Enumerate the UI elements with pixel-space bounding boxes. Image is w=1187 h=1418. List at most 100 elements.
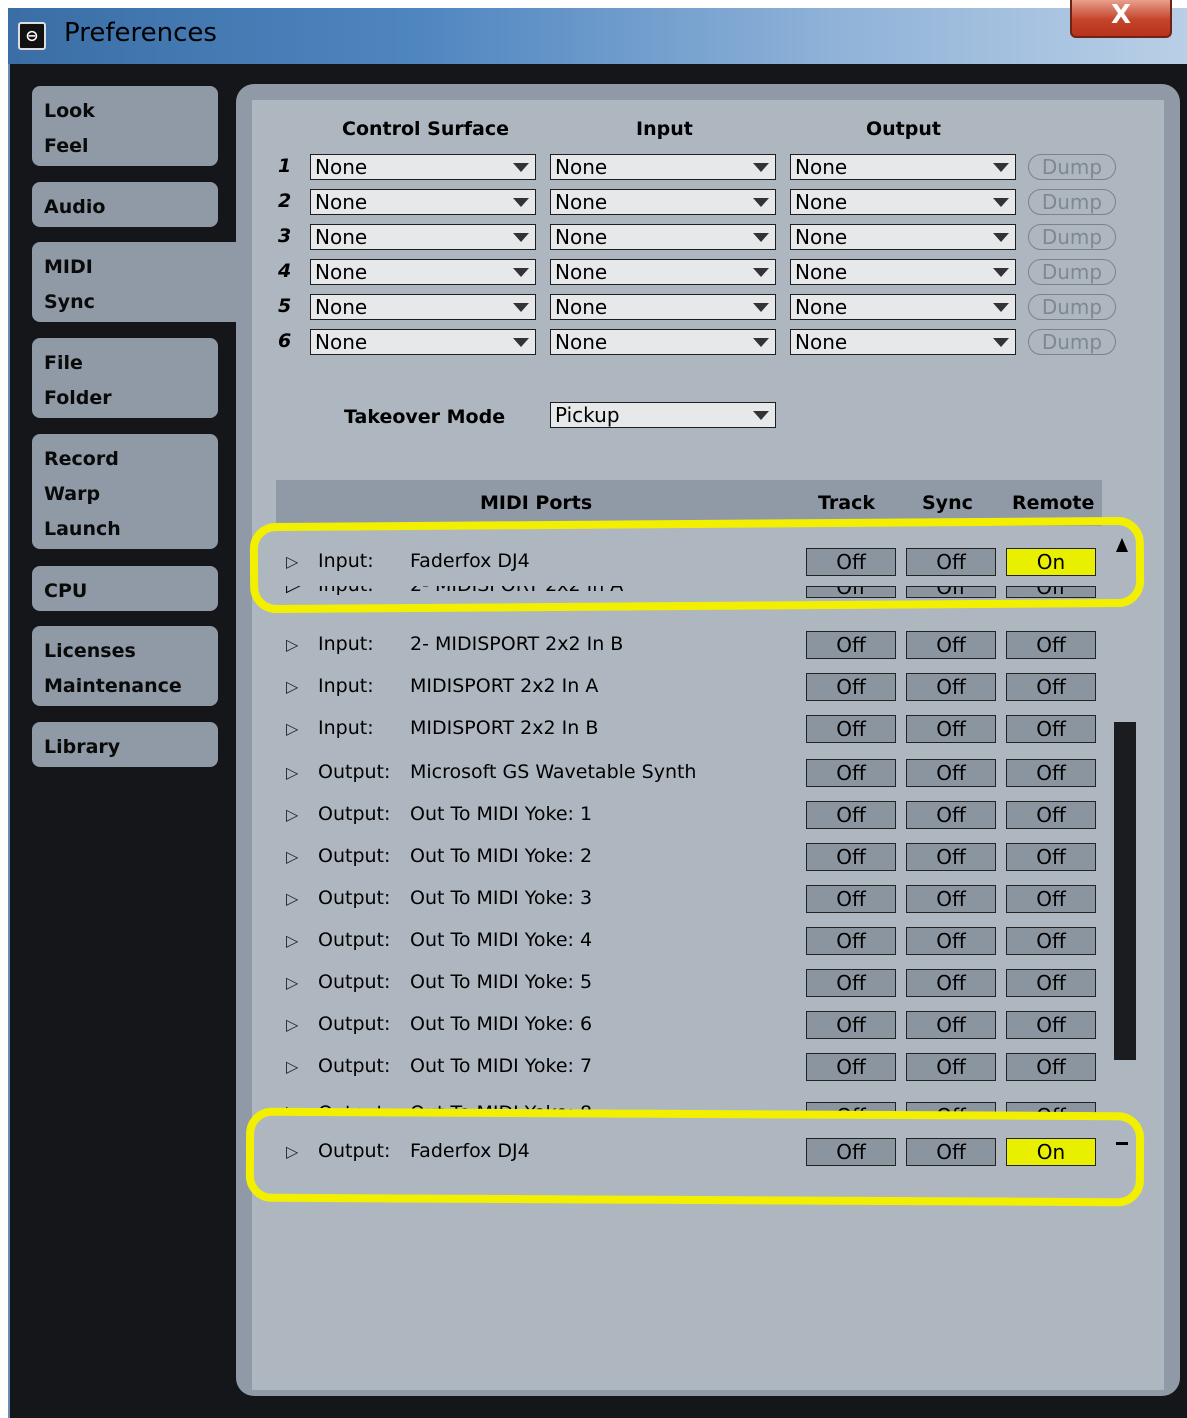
remote-toggle-button[interactable]: Off xyxy=(1006,1053,1096,1081)
expand-triangle-icon[interactable]: ▷ xyxy=(286,931,298,950)
midi-port-row: ▷ Output: Out To MIDI Yoke: 2 xyxy=(286,845,766,875)
track-toggle-button[interactable]: Off xyxy=(806,673,896,701)
track-toggle-button[interactable]: Off xyxy=(806,759,896,787)
remote-toggle-button[interactable]: Off xyxy=(1006,885,1096,913)
input-select[interactable]: None xyxy=(550,189,776,215)
port-name-label: MIDISPORT 2x2 In A xyxy=(410,675,599,697)
row-number: 3 xyxy=(278,225,292,247)
control-surface-select[interactable]: None xyxy=(310,189,536,215)
remote-toggle-button[interactable]: Off xyxy=(1006,969,1096,997)
expand-triangle-icon[interactable]: ▷ xyxy=(286,677,298,696)
dump-button[interactable]: Dump xyxy=(1028,189,1116,215)
sync-toggle-button[interactable]: Off xyxy=(906,715,996,743)
input-select[interactable]: None xyxy=(550,294,776,320)
port-name-label: Microsoft GS Wavetable Synth xyxy=(410,761,697,783)
sidebar-item-licenses[interactable]: Licenses Maintenance xyxy=(32,626,218,706)
track-toggle-button[interactable]: Off xyxy=(806,1053,896,1081)
sync-toggle-button[interactable]: Off xyxy=(906,927,996,955)
input-select[interactable]: None xyxy=(550,259,776,285)
output-select-value: None xyxy=(795,190,848,214)
sync-toggle-button[interactable]: Off xyxy=(906,631,996,659)
expand-triangle-icon[interactable]: ▷ xyxy=(286,1015,298,1034)
sync-toggle-button[interactable]: Off xyxy=(906,673,996,701)
port-list-scrollbar[interactable] xyxy=(1114,722,1136,1060)
control-surface-select-value: None xyxy=(315,190,368,214)
sidebar-item-record[interactable]: Record Warp Launch xyxy=(32,434,218,549)
midi-port-row: ▷ Output: Out To MIDI Yoke: 6 xyxy=(286,1013,766,1043)
sidebar-item-look[interactable]: Look Feel xyxy=(32,86,218,166)
input-select[interactable]: None xyxy=(550,329,776,355)
expand-triangle-icon[interactable]: ▷ xyxy=(286,973,298,992)
remote-toggle-button[interactable]: Off xyxy=(1006,631,1096,659)
dump-button[interactable]: Dump xyxy=(1028,329,1116,355)
expand-triangle-icon[interactable]: ▷ xyxy=(286,719,298,738)
control-surface-select[interactable]: None xyxy=(310,329,536,355)
chevron-down-icon xyxy=(513,198,529,207)
remote-toggle-button[interactable]: Off xyxy=(1006,715,1096,743)
track-toggle-button[interactable]: Off xyxy=(806,715,896,743)
chevron-down-icon xyxy=(753,338,769,347)
output-select[interactable]: None xyxy=(790,294,1016,320)
input-select[interactable]: None xyxy=(550,224,776,250)
track-toggle-button[interactable]: Off xyxy=(806,885,896,913)
sync-toggle-button[interactable]: Off xyxy=(906,1053,996,1081)
sync-toggle-button[interactable]: Off xyxy=(906,759,996,787)
sidebar-item-file[interactable]: File Folder xyxy=(32,338,218,418)
control-surface-select[interactable]: None xyxy=(310,294,536,320)
expand-triangle-icon[interactable]: ▷ xyxy=(286,635,298,654)
expand-triangle-icon[interactable]: ▷ xyxy=(286,847,298,866)
sync-toggle-button[interactable]: Off xyxy=(906,801,996,829)
remote-toggle-button[interactable]: Off xyxy=(1006,927,1096,955)
track-toggle-button[interactable]: Off xyxy=(806,927,896,955)
sidebar-item-library[interactable]: Library xyxy=(32,722,218,767)
sidebar-item-audio[interactable]: Audio xyxy=(32,182,218,227)
track-toggle-button[interactable]: Off xyxy=(806,969,896,997)
remote-toggle-button[interactable]: Off xyxy=(1006,801,1096,829)
output-select[interactable]: None xyxy=(790,259,1016,285)
sidebar-item-cpu[interactable]: CPU xyxy=(32,566,218,611)
sync-toggle-button[interactable]: Off xyxy=(906,969,996,997)
chevron-down-icon xyxy=(753,303,769,312)
expand-triangle-icon[interactable]: ▷ xyxy=(286,1057,298,1076)
dump-button[interactable]: Dump xyxy=(1028,154,1116,180)
track-toggle-button[interactable]: Off xyxy=(806,801,896,829)
track-toggle-button[interactable]: Off xyxy=(806,1011,896,1039)
takeover-mode-select[interactable]: Pickup xyxy=(550,402,776,428)
chevron-down-icon xyxy=(753,233,769,242)
output-select[interactable]: None xyxy=(790,224,1016,250)
output-select[interactable]: None xyxy=(790,154,1016,180)
sidebar-item-midi[interactable]: MIDI Sync xyxy=(32,242,252,322)
close-button[interactable]: X xyxy=(1070,0,1172,38)
dump-button[interactable]: Dump xyxy=(1028,224,1116,250)
output-select[interactable]: None xyxy=(790,329,1016,355)
input-select[interactable]: None xyxy=(550,154,776,180)
expand-triangle-icon[interactable]: ▷ xyxy=(286,805,298,824)
output-select[interactable]: None xyxy=(790,189,1016,215)
remote-toggle-button[interactable]: Off xyxy=(1006,843,1096,871)
track-toggle-button[interactable]: Off xyxy=(806,843,896,871)
dump-button[interactable]: Dump xyxy=(1028,259,1116,285)
remote-toggle-button[interactable]: Off xyxy=(1006,1011,1096,1039)
chevron-down-icon xyxy=(513,233,529,242)
expand-triangle-icon[interactable]: ▷ xyxy=(286,763,298,782)
midi-port-row: ▷ Output: Out To MIDI Yoke: 4 xyxy=(286,929,766,959)
sidebar-item-label: Launch xyxy=(44,518,121,540)
takeover-mode-value: Pickup xyxy=(555,403,620,427)
control-surface-select[interactable]: None xyxy=(310,259,536,285)
expand-triangle-icon[interactable]: ▷ xyxy=(286,889,298,908)
input-select-value: None xyxy=(555,155,608,179)
output-select-value: None xyxy=(795,155,848,179)
output-header: Output xyxy=(866,118,941,140)
track-toggle-button[interactable]: Off xyxy=(806,631,896,659)
row-number: 6 xyxy=(278,330,292,352)
remote-toggle-button[interactable]: Off xyxy=(1006,673,1096,701)
chevron-down-icon xyxy=(753,198,769,207)
sync-toggle-button[interactable]: Off xyxy=(906,885,996,913)
dump-button[interactable]: Dump xyxy=(1028,294,1116,320)
sidebar-item-label: MIDI xyxy=(44,256,93,278)
sync-toggle-button[interactable]: Off xyxy=(906,843,996,871)
remote-toggle-button[interactable]: Off xyxy=(1006,759,1096,787)
sync-toggle-button[interactable]: Off xyxy=(906,1011,996,1039)
control-surface-select[interactable]: None xyxy=(310,154,536,180)
control-surface-select[interactable]: None xyxy=(310,224,536,250)
